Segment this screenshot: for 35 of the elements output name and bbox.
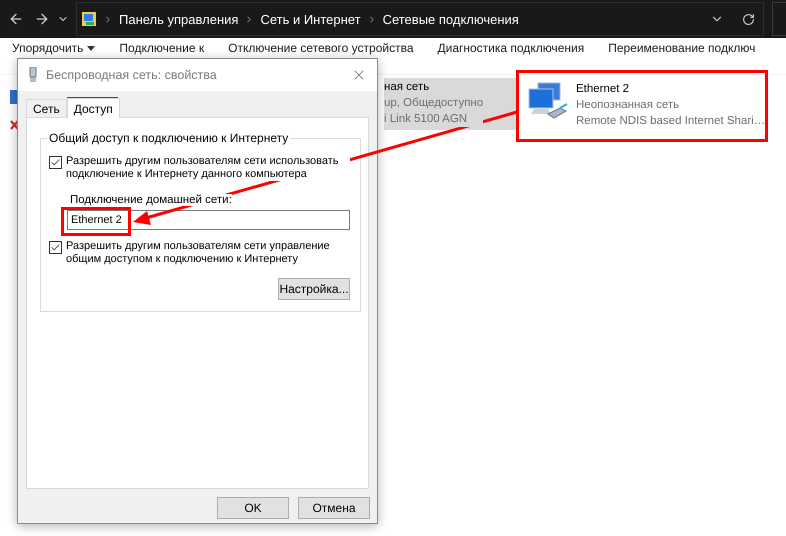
network-adapter-icon xyxy=(28,67,38,83)
check-icon xyxy=(50,157,61,168)
toolbar-button[interactable]: Диагностика подключения xyxy=(438,41,584,55)
toolbar-button[interactable]: Отключение сетевого устройства xyxy=(228,41,414,55)
highlight-frame xyxy=(61,207,131,236)
caret-icon xyxy=(87,46,96,50)
search-field[interactable] xyxy=(772,2,786,36)
toolbar-button[interactable]: Переименование подключ xyxy=(608,41,756,55)
breadcrumb[interactable]: Сеть и Интернет xyxy=(260,12,361,26)
connection-item[interactable]: Ethernet 2 Неопознанная сеть Remote NDIS based Internet Shari… xyxy=(522,80,774,132)
tab[interactable]: Сеть xyxy=(26,99,67,117)
toolbar-button[interactable]: Упорядочить xyxy=(12,41,96,55)
control-panel-icon xyxy=(81,11,97,27)
tab[interactable]: Доступ xyxy=(66,98,120,118)
home-network-field[interactable]: Ethernet 2 xyxy=(67,210,350,230)
connection-item[interactable]: ная сеть up, Общедоступно i Link 5100 AGN xyxy=(384,78,516,130)
dialog-button[interactable]: OK xyxy=(217,497,289,519)
connection-name: Ethernet 2 xyxy=(576,82,630,97)
connection-status: up, Общедоступно xyxy=(384,96,484,111)
dialog-title: Беспроводная сеть: свойства xyxy=(46,68,218,82)
error-icon xyxy=(10,120,19,130)
toolbar-button[interactable]: Подключение к xyxy=(119,41,204,55)
connection-name: ная сеть xyxy=(384,80,430,95)
breadcrumb[interactable]: Панель управления xyxy=(119,12,238,26)
settings-button[interactable]: Настройка... xyxy=(278,278,350,300)
breadcrumb[interactable]: Сетевые подключения xyxy=(382,12,519,26)
check-icon xyxy=(50,242,61,253)
dialog-button[interactable]: Отмена xyxy=(298,497,370,519)
field-label: Подключение домашней сети: xyxy=(70,194,232,206)
group-title: Общий доступ к подключению к Интернету xyxy=(48,131,290,145)
checkbox[interactable] xyxy=(49,156,62,169)
checkbox-label: Разрешить другим пользователям сети использовать подключение к Интернету данного компьютера xyxy=(66,155,350,181)
adapter-name: i Link 5100 AGN xyxy=(384,112,484,127)
checkbox[interactable] xyxy=(49,241,62,254)
address-bar[interactable]: Панель управления Сеть и Интернет Сетевые подключения xyxy=(76,2,764,36)
